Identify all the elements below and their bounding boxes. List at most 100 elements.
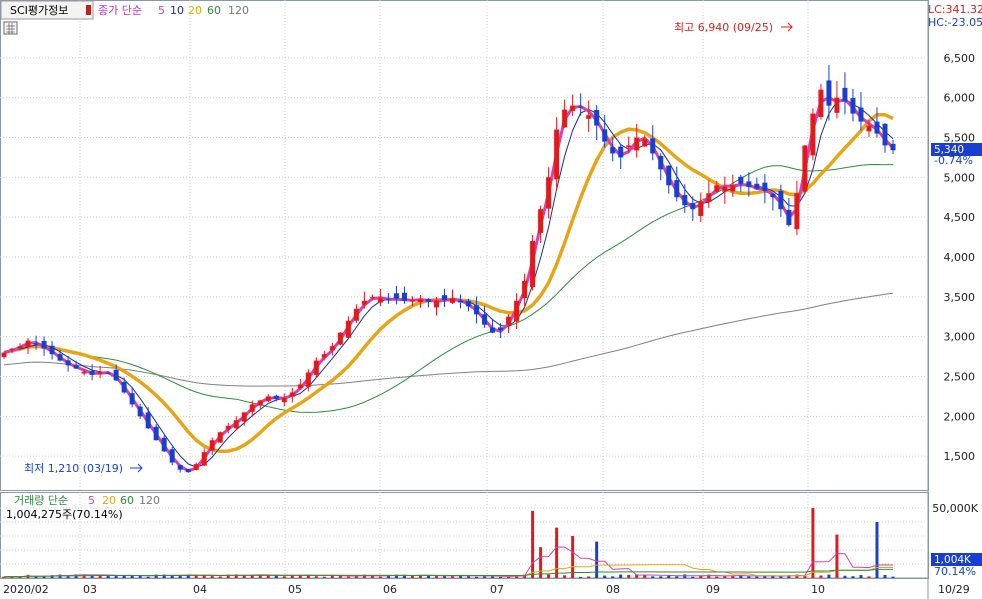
current-volume-ratio: 70.14% — [934, 565, 976, 578]
volume-bar — [378, 576, 382, 578]
volume-bar — [851, 576, 855, 578]
candle-body — [866, 125, 872, 132]
annotation-high-arrow — [781, 22, 793, 32]
candle-body — [425, 299, 431, 302]
volume-bar — [611, 576, 615, 578]
candle-body — [650, 138, 656, 154]
candle-body — [113, 369, 119, 381]
candle-body — [634, 137, 640, 151]
candle-body — [834, 97, 840, 113]
candle-body — [666, 165, 672, 186]
volume-bar — [346, 576, 350, 578]
candle-body — [618, 146, 624, 158]
volume-tick-label: 50,000K — [932, 502, 978, 515]
candle-body — [890, 143, 896, 151]
candle-body — [9, 348, 15, 350]
x-tick-label: 04 — [193, 583, 207, 596]
candle-body — [642, 139, 648, 147]
lc-label: LC:341.32 — [928, 3, 982, 16]
volume-bar — [563, 575, 567, 578]
candle-body — [409, 300, 415, 302]
candle-body — [802, 145, 808, 192]
candle-body — [393, 293, 399, 299]
candle-body — [546, 177, 552, 209]
candle-body — [297, 384, 303, 389]
candle-body — [586, 115, 592, 119]
candle-body — [858, 107, 864, 122]
candle-body — [554, 129, 560, 180]
x-tick-label: 10 — [811, 583, 825, 596]
price-tick-label: 4,500 — [944, 211, 976, 224]
candle-body — [145, 412, 151, 429]
candle-body — [129, 393, 135, 405]
candle-body — [722, 186, 728, 192]
vol-ma120-label: 120 — [139, 494, 160, 507]
candle-body — [337, 332, 343, 345]
candle-body — [33, 343, 39, 345]
candle-body — [137, 406, 143, 417]
volume-bar — [843, 575, 847, 578]
candle-body — [498, 327, 504, 331]
candle-body — [321, 354, 327, 358]
axes: 1,500 2,000 2,500 3,000 3,500 4,000 4,500 5,000… — [3, 52, 979, 596]
candle-body — [233, 420, 239, 429]
stock-chart[interactable]: 1,500 2,000 2,500 3,000 3,500 4,000 4,500 5,000… — [0, 0, 982, 599]
candle-body — [874, 121, 880, 134]
volume-bar — [683, 574, 687, 578]
price-tick-label: 4,000 — [944, 251, 976, 264]
volume-bar — [603, 575, 607, 578]
volume-bar — [579, 576, 583, 578]
volume-bar — [354, 576, 358, 578]
volume-bar — [483, 576, 487, 578]
volume-bar — [779, 576, 783, 578]
stock-name: SCI평가정보 — [10, 4, 68, 17]
candle-body — [273, 395, 279, 399]
candle-body — [810, 113, 816, 156]
volume-bar — [867, 576, 871, 578]
volume-bar — [547, 574, 551, 578]
candle-body — [433, 300, 439, 308]
candle-body — [658, 155, 664, 170]
candle-body — [57, 354, 63, 361]
volume-bar — [627, 574, 631, 578]
annotation-low: 최저 1,210 (03/19) — [24, 462, 123, 475]
candle-body — [313, 360, 319, 375]
candle-body — [353, 308, 359, 321]
volume-bar — [827, 574, 831, 578]
ma120-line — [3, 292, 894, 387]
candle-body — [450, 298, 456, 303]
candle-body — [578, 106, 584, 108]
volume-bar — [434, 575, 438, 578]
candle-body — [850, 98, 856, 114]
candle-body — [714, 185, 720, 192]
candle-body — [674, 180, 680, 198]
volume-bar — [314, 576, 318, 578]
x-tick-label: 06 — [383, 583, 397, 596]
volume-bar — [531, 510, 535, 578]
stock-name-marker — [86, 5, 91, 15]
moving-averages — [3, 96, 895, 473]
ma10-label: 10 — [170, 4, 184, 17]
candle-body — [377, 298, 383, 303]
ma10-line — [3, 98, 894, 468]
candle-body — [562, 109, 568, 128]
annotation-high: 최고 6,940 (09/25) — [674, 21, 773, 34]
ma60-line — [3, 164, 894, 413]
volume-bar — [651, 576, 655, 578]
candle-body — [882, 123, 888, 146]
candle-body — [826, 80, 832, 106]
candle-body — [626, 145, 632, 148]
candle-body — [161, 437, 167, 452]
candle-body — [369, 296, 375, 298]
volume-bar — [475, 576, 479, 578]
ma20-line — [3, 113, 894, 454]
volume-bar — [891, 576, 895, 578]
x-tick-label: 07 — [490, 583, 504, 596]
ma5-line — [3, 96, 895, 473]
volume-bars — [2, 508, 895, 578]
volume-bar — [811, 508, 815, 578]
volume-bar — [859, 575, 863, 578]
volume-bar — [218, 576, 222, 578]
candle-body — [345, 320, 351, 338]
candle-body — [265, 396, 271, 402]
